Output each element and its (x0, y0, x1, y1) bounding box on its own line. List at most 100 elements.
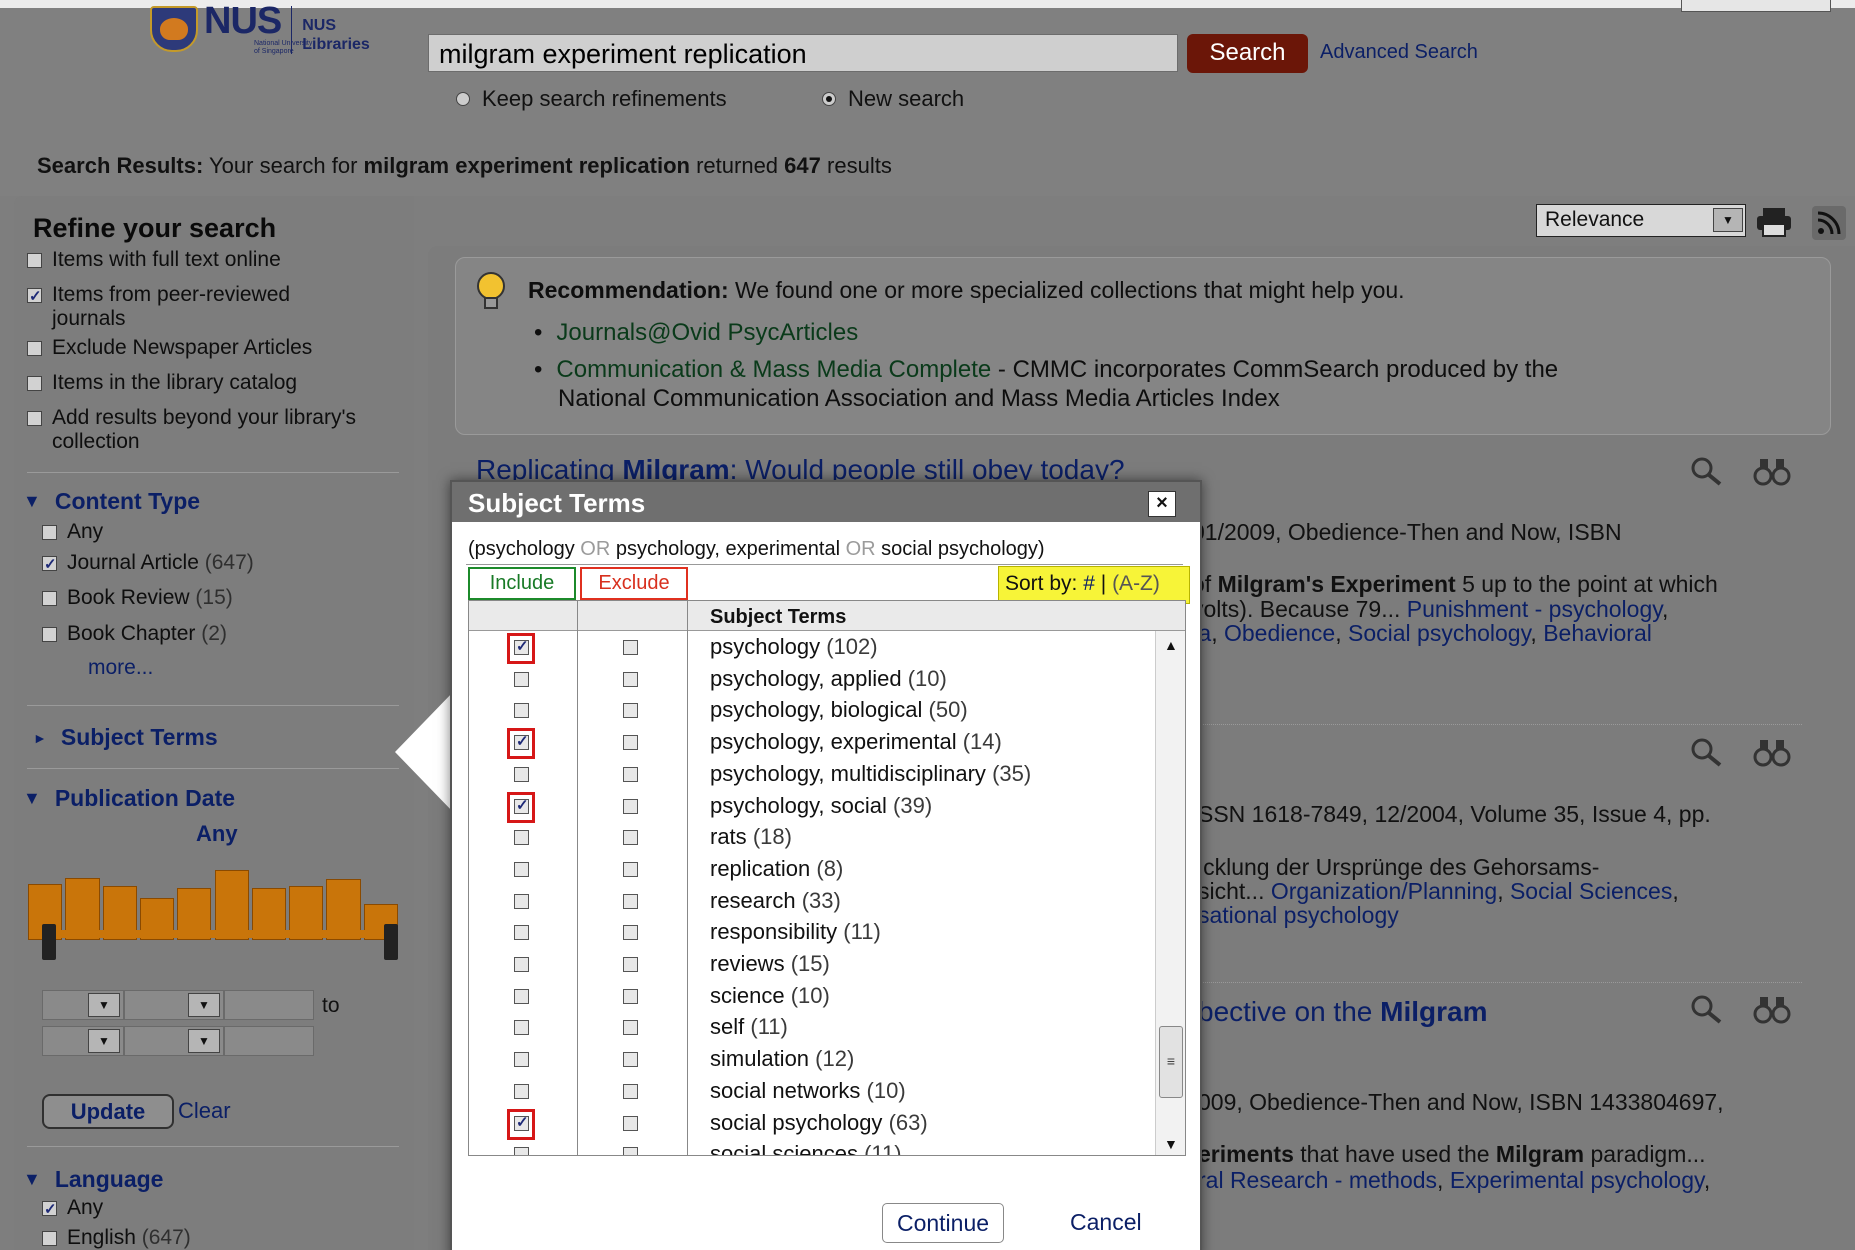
date-slider-track[interactable] (46, 930, 393, 938)
cite-binoculars-icon[interactable] (1752, 736, 1792, 776)
limiter-checkbox[interactable] (27, 285, 42, 309)
exclude-checkbox[interactable] (623, 893, 638, 909)
include-checkbox[interactable] (514, 861, 529, 877)
subject-link[interactable]: Obedience (1224, 620, 1335, 646)
limiter-checkbox[interactable] (27, 411, 42, 426)
subject-link[interactable]: Experimental psychology (1450, 1167, 1704, 1193)
subject-term-label[interactable]: psychology, applied (10) (710, 666, 947, 692)
nus-logo[interactable]: NUS National University of Singapore NUS… (150, 0, 370, 56)
include-checkbox[interactable] (514, 1083, 529, 1099)
language-header[interactable]: ▼ Language (23, 1166, 163, 1193)
exclude-checkbox[interactable] (623, 1052, 638, 1068)
exclude-checkbox[interactable] (623, 1115, 638, 1131)
publication-date-header[interactable]: ▼ Publication Date (23, 785, 235, 812)
exclude-column-header[interactable]: Exclude (580, 567, 688, 600)
limiter-exclude-newspaper[interactable]: Exclude Newspaper Articles (27, 336, 312, 360)
subject-terms-header[interactable]: ► Subject Terms (33, 724, 218, 751)
subject-link[interactable]: Social Sciences (1510, 878, 1672, 904)
radio-keep-refinements[interactable]: Keep search refinements (456, 86, 727, 112)
preview-magnifier-icon[interactable] (1688, 736, 1724, 776)
content-type-any[interactable]: Any (42, 520, 103, 544)
cite-binoculars-icon[interactable] (1752, 455, 1792, 495)
preview-magnifier-icon[interactable] (1688, 993, 1724, 1033)
include-checkbox[interactable] (514, 703, 529, 719)
limiter-checkbox[interactable] (27, 376, 42, 391)
subject-term-label[interactable]: psychology (102) (710, 634, 878, 660)
exclude-checkbox[interactable] (623, 671, 638, 687)
facet-checkbox[interactable] (42, 553, 57, 577)
clear-link[interactable]: Clear (178, 1098, 231, 1124)
facet-checkbox[interactable] (42, 627, 57, 642)
radio-keep-indicator[interactable] (456, 92, 470, 106)
include-checkbox[interactable] (514, 637, 529, 655)
date-to-day[interactable]: ▼ (124, 1026, 224, 1056)
subject-link[interactable]: Punishment - psychology (1407, 596, 1662, 622)
printer-icon[interactable] (1755, 206, 1793, 238)
subject-link[interactable]: sational psychology (1198, 902, 1399, 928)
language-any[interactable]: Any (42, 1196, 103, 1222)
exclude-checkbox[interactable] (623, 735, 638, 751)
result-3-title-link[interactable]: bective on the Milgram (1198, 996, 1487, 1028)
include-checkbox[interactable] (514, 1020, 529, 1036)
include-checkbox[interactable] (514, 732, 529, 751)
content-type-book-chapter[interactable]: Book Chapter (2) (42, 622, 227, 646)
exclude-checkbox[interactable] (623, 703, 638, 719)
scroll-thumb[interactable]: ≡ (1159, 1026, 1183, 1098)
scroll-up-icon[interactable]: ▲ (1164, 637, 1178, 653)
include-checkbox[interactable] (514, 1052, 529, 1068)
content-type-book-review[interactable]: Book Review (15) (42, 586, 233, 610)
subject-term-label[interactable]: reviews (15) (710, 951, 830, 977)
sort-by-count-link[interactable]: # (1083, 572, 1095, 595)
exclude-checkbox[interactable] (623, 1083, 638, 1099)
subject-term-label[interactable]: psychology, multidisciplinary (35) (710, 761, 1031, 787)
cite-binoculars-icon[interactable] (1752, 993, 1792, 1033)
include-checkbox[interactable] (514, 830, 529, 846)
subject-term-label[interactable]: responsibility (11) (710, 919, 881, 945)
subject-term-label[interactable]: psychology, social (39) (710, 793, 932, 819)
subject-term-label[interactable]: science (10) (710, 983, 830, 1009)
subject-link[interactable]: Social psychology (1348, 620, 1530, 646)
dropdown-arrow-icon[interactable]: ▼ (88, 993, 120, 1017)
date-from-month[interactable]: ▼ (42, 990, 124, 1020)
include-checkbox[interactable] (514, 671, 529, 687)
facet-checkbox[interactable] (42, 591, 57, 606)
preview-magnifier-icon[interactable] (1688, 455, 1724, 495)
list-scrollbar[interactable]: ▲ ≡ ▼ (1155, 631, 1185, 1155)
subject-link[interactable]: Organization/Planning (1271, 878, 1497, 904)
date-slider-start-handle[interactable] (42, 924, 56, 960)
update-button[interactable]: Update (42, 1094, 174, 1129)
include-checkbox[interactable] (514, 957, 529, 972)
exclude-checkbox[interactable] (623, 861, 638, 877)
subject-link[interactable]: Behavioral (1543, 620, 1652, 646)
subject-term-label[interactable]: simulation (12) (710, 1046, 854, 1072)
limiter-checkbox[interactable] (27, 253, 42, 268)
date-slider-end-handle[interactable] (384, 924, 398, 960)
content-type-journal-article[interactable]: Journal Article (647) (42, 551, 254, 577)
facet-checkbox[interactable] (42, 1198, 57, 1222)
close-icon[interactable]: × (1148, 491, 1176, 517)
publication-date-histogram[interactable] (28, 860, 398, 940)
continue-button[interactable]: Continue (882, 1203, 1004, 1243)
exclude-checkbox[interactable] (623, 988, 638, 1004)
subject-term-label[interactable]: social sciences (11) (710, 1141, 902, 1155)
include-column-header[interactable]: Include (468, 567, 576, 600)
subject-link[interactable]: ral Research - methods (1198, 1167, 1437, 1193)
subject-term-label[interactable]: psychology, biological (50) (710, 697, 968, 723)
date-from-year[interactable] (224, 990, 314, 1020)
include-checkbox[interactable] (514, 766, 529, 782)
include-checkbox[interactable] (514, 893, 529, 909)
exclude-checkbox[interactable] (623, 1147, 638, 1155)
exclude-checkbox[interactable] (623, 925, 638, 941)
subject-term-label[interactable]: psychology, experimental (14) (710, 729, 1002, 755)
limiter-beyond-collection[interactable]: Add results beyond your library's collec… (27, 406, 357, 454)
exclude-checkbox[interactable] (623, 1020, 638, 1036)
limiter-library-catalog[interactable]: Items in the library catalog (27, 371, 297, 395)
include-checkbox[interactable] (514, 1113, 529, 1131)
exclude-checkbox[interactable] (623, 957, 638, 972)
sort-select[interactable]: Relevance ▼ (1536, 204, 1746, 237)
include-checkbox[interactable] (514, 796, 529, 814)
radio-new-search[interactable]: New search (822, 86, 964, 112)
scroll-down-icon[interactable]: ▼ (1164, 1136, 1178, 1152)
search-button[interactable]: Search (1187, 34, 1308, 73)
subject-term-label[interactable]: replication (8) (710, 856, 843, 882)
